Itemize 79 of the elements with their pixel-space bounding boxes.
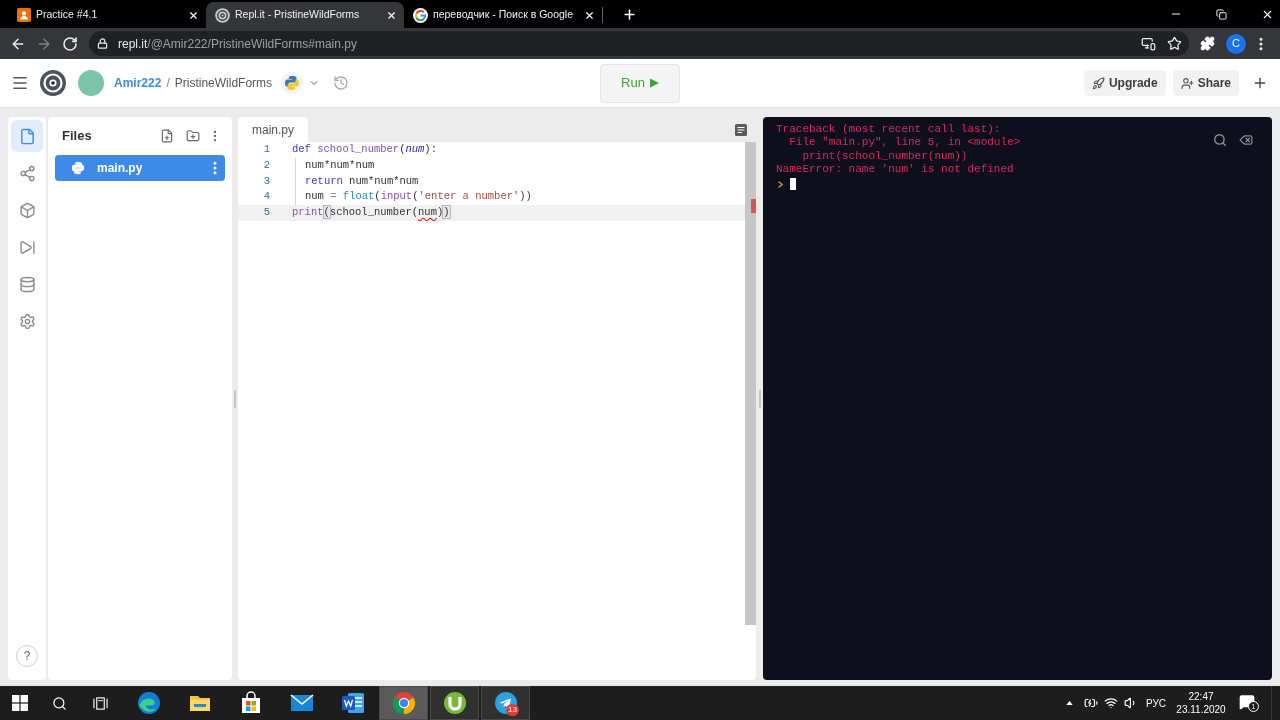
person-plus-icon xyxy=(1180,76,1194,90)
plus-icon[interactable] xyxy=(622,7,637,22)
console-line: Traceback (most recent call last): xyxy=(776,123,1002,137)
wave-circle-icon xyxy=(136,691,161,715)
line-number: 5 xyxy=(262,205,270,220)
line-number: 4 xyxy=(262,189,270,205)
close-icon[interactable] xyxy=(386,9,397,21)
prompt-icon xyxy=(778,180,783,188)
star-icon[interactable] xyxy=(1167,36,1182,51)
profile-avatar[interactable]: C xyxy=(1226,33,1246,54)
wifi-icon[interactable] xyxy=(1103,696,1118,710)
play-bar-icon xyxy=(18,238,36,256)
error-marker xyxy=(751,199,756,213)
play-icon xyxy=(649,78,659,88)
code-line: num = float(input('enter a number')) xyxy=(305,189,532,205)
code-line: def school_number(num): xyxy=(292,142,437,157)
scrollbar[interactable] xyxy=(745,142,756,625)
text-cursor xyxy=(790,178,796,191)
file-icon xyxy=(18,127,36,145)
battery-icon[interactable] xyxy=(1083,696,1098,710)
code-line: print(school_number(num)) xyxy=(292,205,450,220)
path-separator: / xyxy=(166,75,170,92)
document-tile-icon xyxy=(340,691,365,715)
interlocking-shapes-icon xyxy=(71,161,85,175)
taskbar-app[interactable]: 13 xyxy=(481,686,530,720)
restore-icon[interactable] xyxy=(1216,8,1227,20)
clock-date[interactable]: 23.11.2020 xyxy=(1176,703,1226,716)
avatar-icon xyxy=(78,70,104,96)
repl-name[interactable]: PristineWildForms xyxy=(174,74,273,92)
panels-icon[interactable] xyxy=(93,695,108,711)
taskbar-app[interactable] xyxy=(430,686,479,720)
address-bar[interactable]: repl.it/@Amir222/PristineWildForms#main.py xyxy=(89,31,1189,56)
close-icon[interactable] xyxy=(188,9,199,21)
line-number: 2 xyxy=(262,157,270,173)
code-line: return num*num*num xyxy=(305,173,419,189)
four-panes-icon[interactable] xyxy=(11,695,28,711)
rocket-icon xyxy=(1091,76,1105,90)
language-indicator[interactable]: РУС xyxy=(1145,695,1166,711)
puzzle-icon[interactable] xyxy=(1200,36,1215,51)
folder-plus-icon[interactable] xyxy=(186,129,200,143)
url-text: repl.it/@Amir222/PristineWildForms#main.py xyxy=(118,35,357,53)
user-link[interactable]: Amir222 xyxy=(114,74,162,92)
spiral-icon xyxy=(215,7,230,23)
line-number: 1 xyxy=(262,142,270,157)
resize-handle[interactable] xyxy=(758,389,761,408)
cube-icon xyxy=(18,201,36,219)
devices-icon[interactable] xyxy=(1141,36,1156,51)
tricolor-circle-icon xyxy=(391,691,416,715)
upgrade-button[interactable]: Upgrade xyxy=(1083,70,1166,96)
person-tile-icon xyxy=(17,8,31,22)
curl-circle-icon xyxy=(442,691,467,715)
lines-square-icon[interactable] xyxy=(735,123,747,136)
editor-tab[interactable]: main.py xyxy=(238,117,308,142)
clock-time[interactable]: 22:47 xyxy=(1188,690,1214,703)
ring-logo-icon[interactable] xyxy=(40,70,66,96)
console-line: NameError: name 'num' is not defined xyxy=(776,163,1015,177)
browser-tab[interactable]: Repl.it - PristineWildForms xyxy=(206,2,404,28)
resize-handle[interactable] xyxy=(234,389,236,408)
interlocking-shapes-icon[interactable] xyxy=(281,72,304,94)
file-plus-icon[interactable] xyxy=(160,129,174,143)
share-button[interactable]: Share xyxy=(1172,70,1239,96)
four-color-ring-icon xyxy=(413,7,428,23)
search-icon[interactable] xyxy=(52,695,67,711)
code-line: num*num*num xyxy=(305,157,375,173)
sidebar-tab[interactable] xyxy=(11,120,43,152)
notification-badge: 13 xyxy=(506,704,519,716)
caret-up-icon[interactable] xyxy=(1065,701,1073,705)
connected-nodes-icon xyxy=(18,164,36,182)
console-line: print(school_number(num)) xyxy=(801,149,969,164)
reload-icon[interactable] xyxy=(62,35,78,52)
console-line: File "main.py", line 5, in <module> xyxy=(788,136,1021,150)
menu-icon[interactable] xyxy=(11,74,29,92)
database-icon xyxy=(18,275,36,293)
panel-title: Files xyxy=(62,127,93,146)
backspace-icon[interactable] xyxy=(1238,133,1254,147)
line-number: 3 xyxy=(262,173,270,189)
lock-icon[interactable] xyxy=(97,38,108,49)
close-icon[interactable] xyxy=(584,9,595,21)
settings-icon xyxy=(18,312,36,330)
